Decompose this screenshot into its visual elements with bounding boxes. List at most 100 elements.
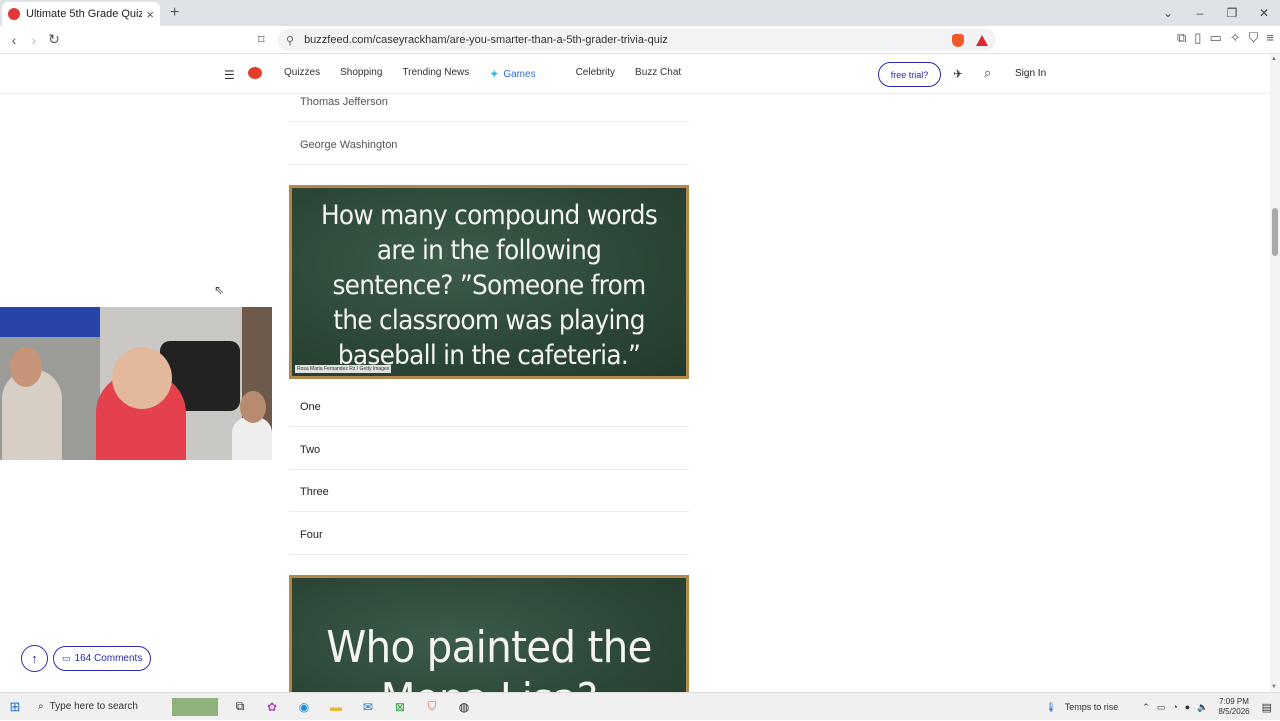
mail-icon[interactable]: ✉ [358,698,378,716]
window-controls: ⌄ – ❐ ✕ [1152,0,1280,26]
scrollbar-thumb[interactable] [1272,208,1278,256]
back-icon[interactable]: ‹ [4,32,24,48]
leo-ai-icon[interactable]: ✧ [1230,30,1241,46]
nav-buzz-chat[interactable]: Buzz Chat [635,67,681,81]
trending-icon[interactable] [248,67,262,79]
site-header: ☰ Quizzes Shopping Trending News ✦ Games … [0,54,1270,94]
chevron-up-icon[interactable]: ⌃ [1142,702,1150,713]
bookmark-icon[interactable]: ⌑ [258,32,265,48]
next-question-image: Who painted the Mona Lisa? [289,575,689,692]
webcam-overlay [0,307,272,460]
wallet-icon[interactable]: ▭ [1209,30,1221,46]
network-icon[interactable]: ◔ [1172,702,1177,713]
address-bar-row: ‹ › ↻ ⌑ ⚲ buzzfeed.com/caseyrackham/are-… [0,26,1280,54]
nav-games[interactable]: ✦ Games [489,67,555,81]
close-window-icon[interactable]: ✕ [1248,6,1280,20]
minimize-icon[interactable]: – [1184,6,1216,20]
webcam-person-right-head [240,391,266,423]
clock-date: 8/5/2026 [1218,707,1250,716]
answer-option[interactable]: Four [289,515,689,555]
question-image: How many compound words are in the follo… [289,185,689,379]
comments-button[interactable]: ▭ 164 Comments [53,646,152,671]
mouse-cursor-icon: ⇖ [214,283,225,297]
tab-list-icon[interactable]: ⌄ [1152,6,1184,20]
copilot-icon[interactable]: ✿ [262,698,282,716]
restore-icon[interactable]: ❐ [1216,6,1248,20]
search-icon: ⌕ [38,701,44,712]
comments-count: 164 Comments [74,653,143,664]
nav-games-label: Games [503,68,536,80]
record-app-icon[interactable]: ◍ [454,698,474,716]
url-text: buzzfeed.com/caseyrackham/are-you-smarte… [304,34,668,46]
battery-icon[interactable]: ▭ [1157,702,1166,713]
taskbar-search[interactable]: ⌕ Type here to search [30,693,164,721]
nav-quizzes[interactable]: Quizzes [284,67,320,81]
weather-text: Temps to rise [1064,702,1119,712]
url-field[interactable]: ⚲ buzzfeed.com/caseyrackham/are-you-smar… [278,29,996,51]
windows-taskbar: ⊞ ⌕ Type here to search ⧉ ✿ ◉ ▬ ✉ ⊠ ⛉ ◍ … [0,692,1280,720]
search-icon[interactable]: ⌕ [984,65,991,81]
browser-tab-bar: Ultimate 5th Grade Quiz: Test Yo × + ⌄ –… [0,0,1280,26]
browser-tab[interactable]: Ultimate 5th Grade Quiz: Test Yo × [2,2,160,26]
page-scrollbar[interactable]: ▲ ▼ [1270,54,1280,692]
menu-icon[interactable]: ☰ [224,68,235,82]
answer-option[interactable]: George Washington [289,125,689,165]
webcam-person-right [232,417,272,460]
sidebar-icon[interactable]: ▯ [1194,30,1201,46]
windows-start-icon[interactable]: ⊞ [0,699,30,715]
menu-icon[interactable]: ≡ [1266,30,1274,46]
sign-in-link[interactable]: Sign In [1015,68,1046,79]
xbox-icon[interactable]: ⊠ [390,698,410,716]
main-nav: Quizzes Shopping Trending News ✦ Games Ce… [284,67,701,81]
widget-image-icon[interactable] [172,697,218,716]
answer-option[interactable]: One [289,387,689,427]
next-question-text: Who painted the Mona Lisa? [326,622,652,692]
vpn-icon[interactable]: ⛉ [1249,30,1259,46]
task-view-icon[interactable]: ⧉ [230,698,250,716]
tray-icons: ⌃ ▭ ◔ ● 🔈 [1142,702,1208,713]
brave-shield-icon[interactable] [952,33,964,47]
browser-toolbar-icons: ⧉ ▯ ▭ ✧ ⛉ ≡ [1177,30,1274,46]
comment-icon: ▭ [62,653,71,663]
scroll-up-icon[interactable]: ▲ [1271,56,1277,62]
brave-rewards-icon[interactable] [976,34,988,46]
taskbar-apps: ⧉ ✿ ◉ ▬ ✉ ⊠ ⛉ ◍ [172,697,474,716]
send-icon[interactable]: ✈ [953,67,963,81]
file-explorer-icon[interactable]: ▬ [326,698,346,716]
answer-option[interactable]: Three [289,472,689,512]
free-trial-button[interactable]: free trial? [878,62,941,87]
site-info-icon[interactable]: ⚲ [286,34,294,47]
nav-shopping[interactable]: Shopping [340,67,382,81]
arrow-up-icon: ↑ [31,651,38,666]
answer-option[interactable]: Thomas Jefferson [289,94,689,122]
answer-option[interactable]: Two [289,430,689,470]
brave-icon[interactable]: ⛉ [422,698,442,716]
edge-icon[interactable]: ◉ [294,698,314,716]
notifications-icon[interactable]: ▤ [1262,701,1272,714]
scroll-down-icon[interactable]: ▼ [1271,684,1277,690]
nav-trending-news[interactable]: Trending News [402,67,469,81]
taskbar-search-placeholder: Type here to search [49,701,138,712]
scroll-to-top-button[interactable]: ↑ [21,645,48,672]
question-text: How many compound words are in the follo… [320,200,658,371]
taskbar-clock[interactable]: 7:09 PM 8/5/2026 [1218,697,1249,717]
extensions-icon[interactable]: ⧉ [1177,30,1186,46]
image-credit: Rosa Maria Fernandez Rz / Getty Images [295,365,392,373]
forward-icon[interactable]: › [24,32,44,48]
nav-celebrity[interactable]: Celebrity [576,67,615,81]
site-logo[interactable] [50,60,230,88]
webcam-curtain [0,307,100,337]
buzzfeed-favicon-icon [8,8,20,20]
new-tab-icon[interactable]: + [170,4,179,22]
webcam-person-left-head [10,347,42,387]
reload-icon[interactable]: ↻ [44,31,64,48]
weather-widget[interactable]: 🌡 Temps to rise [1045,702,1118,713]
clock-time: 7:09 PM [1219,697,1249,706]
close-tab-icon[interactable]: × [146,7,154,22]
microphone-icon[interactable]: ● [1185,702,1190,713]
webcam-person-center-head [112,347,172,409]
tab-title: Ultimate 5th Grade Quiz: Test Yo [26,8,143,20]
volume-icon[interactable]: 🔈 [1197,702,1208,713]
thermometer-icon: 🌡 [1045,701,1057,712]
sparkle-icon: ✦ [489,67,500,81]
